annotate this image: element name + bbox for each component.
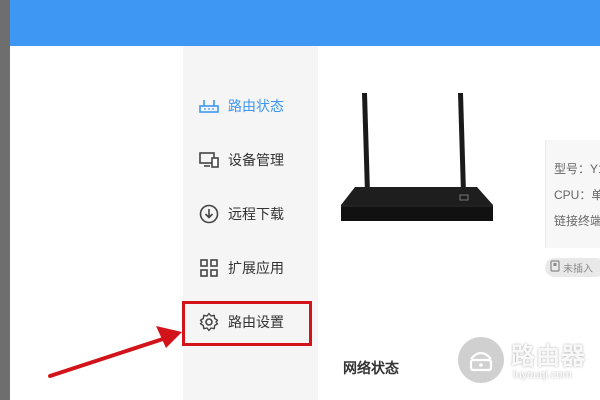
window-left-edge bbox=[0, 0, 10, 400]
watermark-logo: 路由器 luyouqi.com bbox=[455, 333, 600, 393]
terminal-text: 链接终端 bbox=[554, 214, 600, 228]
grid-icon bbox=[198, 257, 220, 279]
watermark-url: luyouqi.com bbox=[513, 369, 572, 381]
sidebar-item-label: 设备管理 bbox=[228, 152, 284, 168]
watermark-dot bbox=[583, 375, 596, 388]
header-bar bbox=[10, 0, 600, 46]
device-info-card: 型号：Y1 CPU：单 链接终端 bbox=[545, 140, 600, 248]
sidebar-item-router-status[interactable]: 路由状态 bbox=[198, 94, 284, 118]
sidebar: 路由状态 设备管理 远程下载 扩展应用 路由设置 bbox=[183, 46, 318, 400]
sidebar-item-device-management[interactable]: 设备管理 bbox=[198, 148, 284, 172]
sidebar-item-label: 扩展应用 bbox=[228, 260, 284, 276]
network-status-title: 网络状态 bbox=[343, 360, 399, 376]
sidebar-item-extensions[interactable]: 扩展应用 bbox=[198, 256, 284, 280]
watermark-name: 路由器 bbox=[511, 343, 586, 370]
model-text: 型号：Y1 bbox=[554, 162, 600, 176]
router-logo-icon bbox=[458, 337, 504, 383]
cpu-text: CPU：单 bbox=[554, 188, 600, 202]
sidebar-item-label: 远程下载 bbox=[228, 206, 284, 222]
download-icon bbox=[198, 203, 220, 225]
router-icon bbox=[198, 95, 220, 117]
usb-status-badge: 未插入 bbox=[545, 258, 600, 277]
annotation-arrow-icon bbox=[48, 326, 182, 378]
usb-status-text: 未插入 bbox=[563, 264, 593, 275]
sidebar-item-label: 路由状态 bbox=[228, 98, 284, 114]
devices-icon bbox=[198, 149, 220, 171]
usb-icon bbox=[550, 259, 560, 277]
sidebar-item-remote-download[interactable]: 远程下载 bbox=[198, 202, 284, 226]
highlight-box bbox=[182, 301, 312, 346]
router-image bbox=[341, 93, 493, 221]
